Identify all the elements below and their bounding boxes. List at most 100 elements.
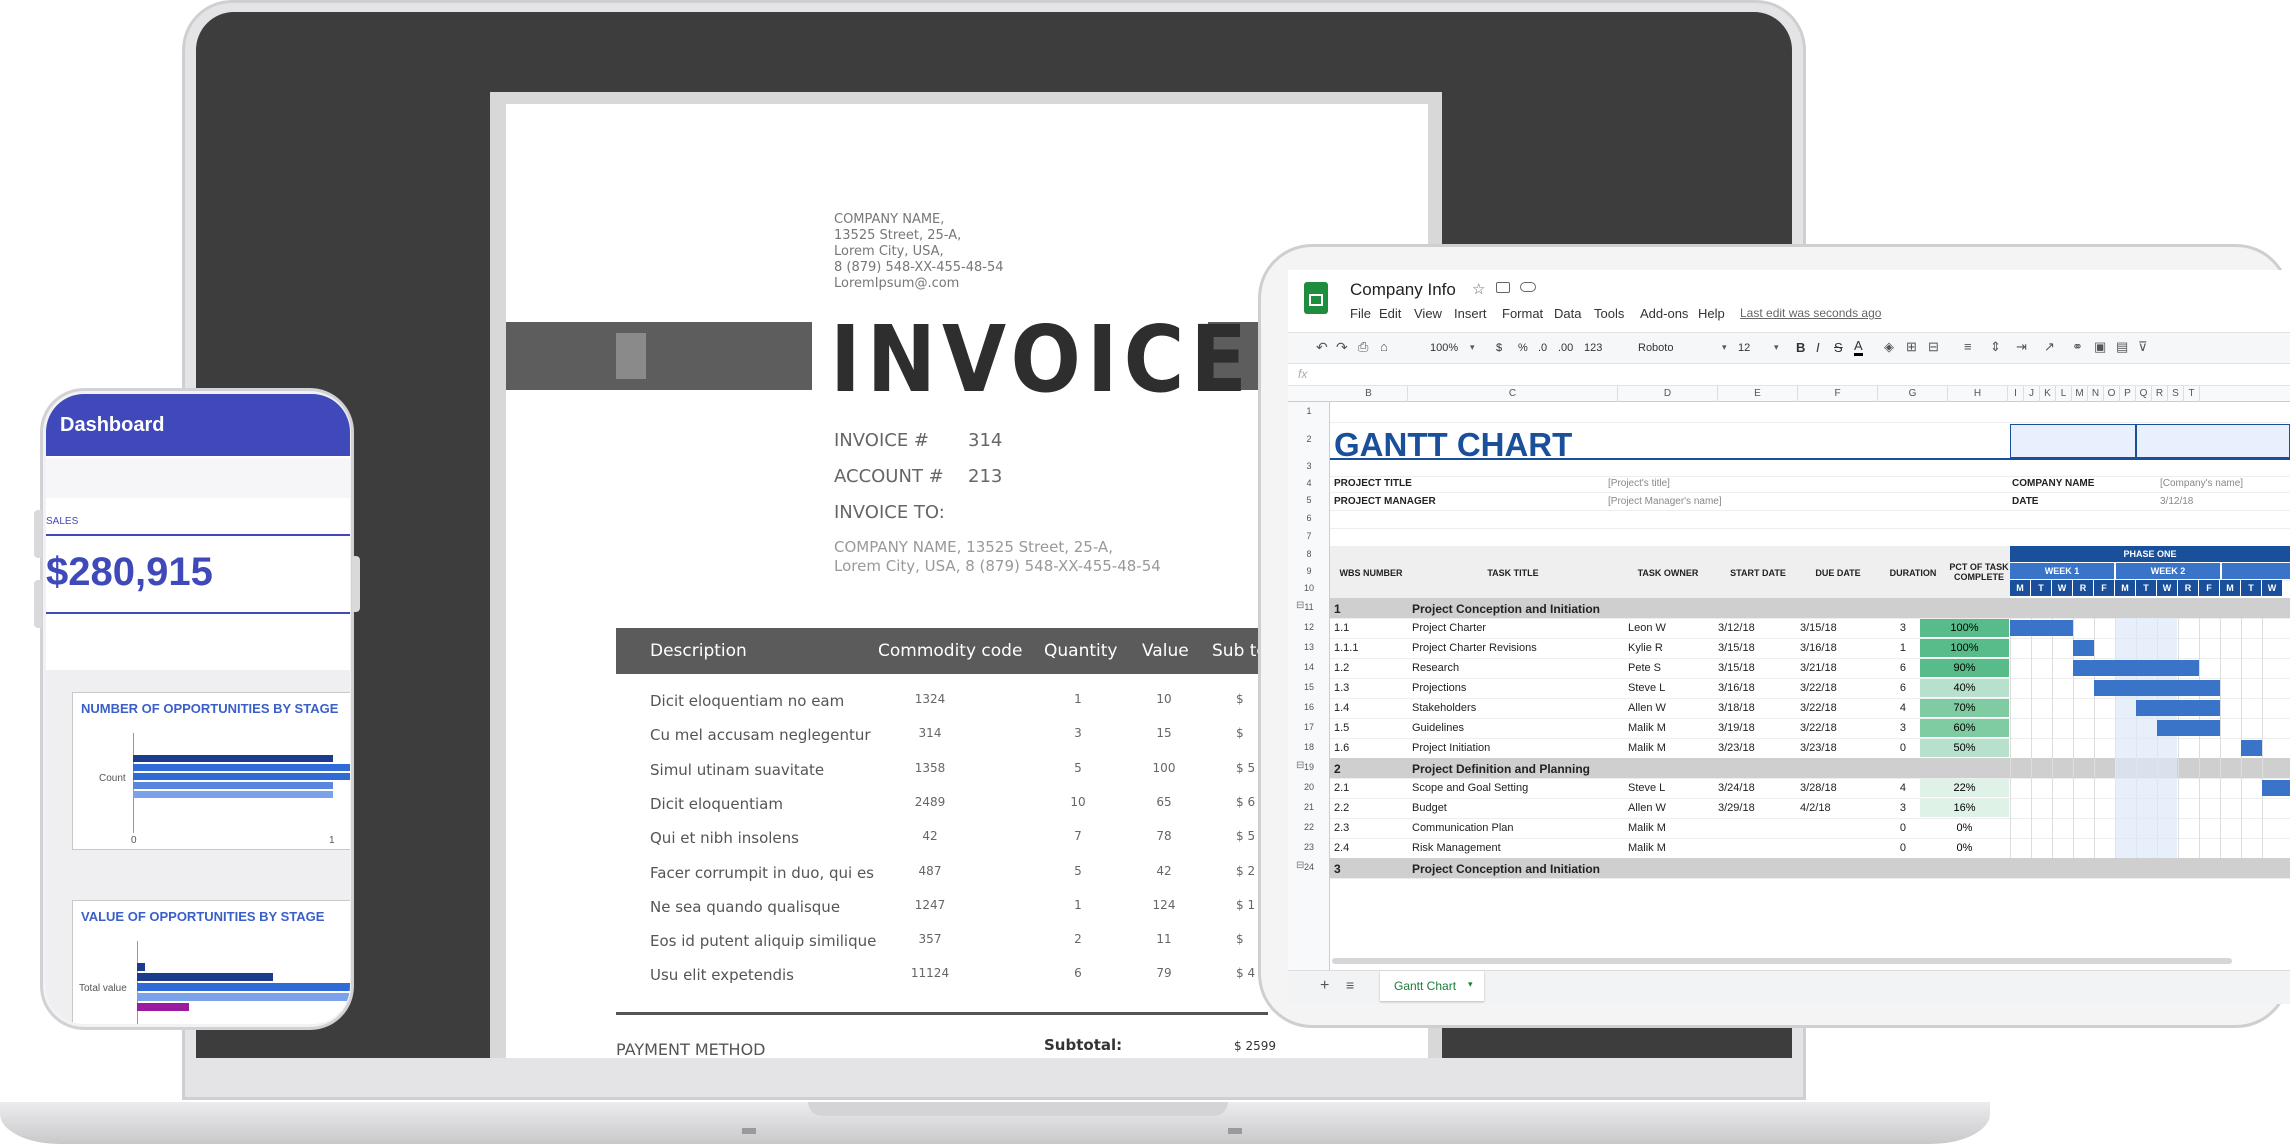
task-title[interactable]: Risk Management xyxy=(1412,842,1501,854)
selected-cell[interactable] xyxy=(2010,424,2136,458)
last-edit-link[interactable]: Last edit was seconds ago xyxy=(1740,306,1881,320)
selected-cell[interactable] xyxy=(2136,424,2290,458)
task-owner[interactable]: Kylie R xyxy=(1628,642,1663,654)
menu-help[interactable]: Help xyxy=(1698,306,1725,321)
project-title-value[interactable]: [Project's title] xyxy=(1608,478,1670,489)
column-letter[interactable]: R xyxy=(2152,386,2168,402)
print-icon[interactable]: ⎙ xyxy=(1358,339,1368,355)
undo-icon[interactable]: ↶ xyxy=(1316,339,1328,356)
collapse-group-icon[interactable]: ⊟ xyxy=(1296,760,1304,771)
more-formats-button[interactable]: 123 xyxy=(1584,342,1602,354)
row-number[interactable]: 10 xyxy=(1288,583,1330,593)
task-duration[interactable]: 0 xyxy=(1886,742,1906,754)
star-icon[interactable]: ☆ xyxy=(1472,280,1485,298)
task-wbs[interactable]: 1.6 xyxy=(1334,742,1349,754)
row-number[interactable]: 8 xyxy=(1288,549,1330,559)
collapse-group-icon[interactable]: ⊟ xyxy=(1296,600,1304,611)
row-number[interactable]: 18 xyxy=(1288,742,1330,752)
document-title[interactable]: Company Info xyxy=(1350,280,1456,300)
column-letter[interactable]: B xyxy=(1330,386,1408,402)
task-percent-complete[interactable]: 0% xyxy=(1920,819,2009,837)
sheet-tab-gantt[interactable]: Gantt Chart ▾ xyxy=(1380,971,1484,1001)
horizontal-scrollbar[interactable] xyxy=(1332,958,2232,964)
task-due-date[interactable]: 3/23/18 xyxy=(1800,742,1837,754)
task-title[interactable]: Scope and Goal Setting xyxy=(1412,782,1528,794)
task-owner[interactable]: Malik M xyxy=(1628,842,1666,854)
row-number[interactable]: 21 xyxy=(1288,802,1330,812)
task-due-date[interactable]: 4/2/18 xyxy=(1800,802,1831,814)
task-title[interactable]: Budget xyxy=(1412,802,1447,814)
task-wbs[interactable]: 2.3 xyxy=(1334,822,1349,834)
task-due-date[interactable]: 3/22/18 xyxy=(1800,702,1837,714)
cloud-icon[interactable] xyxy=(1520,282,1536,292)
task-start-date[interactable]: 3/15/18 xyxy=(1718,662,1755,674)
text-wrap-icon[interactable]: ⇥ xyxy=(2016,339,2027,355)
sheets-logo-icon[interactable] xyxy=(1304,282,1328,314)
task-due-date[interactable]: 3/28/18 xyxy=(1800,782,1837,794)
menu-edit[interactable]: Edit xyxy=(1379,306,1401,321)
row-number[interactable]: 15 xyxy=(1288,682,1330,692)
column-letter[interactable]: S xyxy=(2168,386,2184,402)
task-percent-complete[interactable]: 50% xyxy=(1920,739,2009,757)
task-start-date[interactable]: 3/19/18 xyxy=(1718,722,1755,734)
task-duration[interactable]: 4 xyxy=(1886,782,1906,794)
insert-chart-icon[interactable]: ▤ xyxy=(2116,339,2128,355)
task-percent-complete[interactable]: 70% xyxy=(1920,699,2009,717)
row-number[interactable]: 1 xyxy=(1288,406,1330,416)
task-duration[interactable]: 4 xyxy=(1886,702,1906,714)
row-number[interactable]: 5 xyxy=(1288,495,1330,505)
column-letter[interactable]: P xyxy=(2120,386,2136,402)
task-title[interactable]: Stakeholders xyxy=(1412,702,1476,714)
row-number[interactable]: 12 xyxy=(1288,622,1330,632)
task-owner[interactable]: Malik M xyxy=(1628,822,1666,834)
task-duration[interactable]: 3 xyxy=(1886,802,1906,814)
insert-comment-icon[interactable]: ▣ xyxy=(2094,339,2106,355)
chevron-down-icon[interactable]: ▾ xyxy=(1468,979,1473,990)
chevron-down-icon[interactable]: ▾ xyxy=(1774,342,1779,353)
task-wbs[interactable]: 2.2 xyxy=(1334,802,1349,814)
row-number[interactable]: 13 xyxy=(1288,642,1330,652)
task-duration[interactable]: 6 xyxy=(1886,662,1906,674)
task-wbs[interactable]: 2.4 xyxy=(1334,842,1349,854)
task-title[interactable]: Project Charter Revisions xyxy=(1412,642,1537,654)
zoom-select[interactable]: 100% xyxy=(1430,342,1458,354)
column-letter[interactable]: E xyxy=(1718,386,1798,402)
task-due-date[interactable]: 3/22/18 xyxy=(1800,722,1837,734)
task-percent-complete[interactable]: 90% xyxy=(1920,659,2009,677)
column-letter[interactable]: J xyxy=(2024,386,2040,402)
percent-button[interactable]: % xyxy=(1518,342,1528,354)
task-duration[interactable]: 1 xyxy=(1886,642,1906,654)
menu-insert[interactable]: Insert xyxy=(1454,306,1487,321)
column-letter[interactable]: O xyxy=(2104,386,2120,402)
row-number[interactable]: 22 xyxy=(1288,822,1330,832)
task-title[interactable]: Project Initiation xyxy=(1412,742,1490,754)
insert-link-icon[interactable]: ⚭ xyxy=(2072,339,2083,355)
row-number[interactable]: 14 xyxy=(1288,662,1330,672)
gantt-bar[interactable] xyxy=(2073,660,2199,676)
gantt-bar[interactable] xyxy=(2136,700,2220,716)
column-letter[interactable]: I xyxy=(2008,386,2024,402)
task-percent-complete[interactable]: 100% xyxy=(1920,639,2009,657)
task-title[interactable]: Projections xyxy=(1412,682,1466,694)
column-letter[interactable]: L xyxy=(2056,386,2072,402)
add-sheet-icon[interactable]: + xyxy=(1320,977,1329,995)
task-due-date[interactable]: 3/22/18 xyxy=(1800,682,1837,694)
task-owner[interactable]: Malik M xyxy=(1628,742,1666,754)
row-number[interactable]: 24 xyxy=(1288,862,1330,872)
menu-format[interactable]: Format xyxy=(1502,306,1543,321)
task-wbs[interactable]: 1.4 xyxy=(1334,702,1349,714)
row-number[interactable]: 6 xyxy=(1288,513,1330,523)
task-wbs[interactable]: 1.1 xyxy=(1334,622,1349,634)
task-due-date[interactable]: 3/21/18 xyxy=(1800,662,1837,674)
task-duration[interactable]: 0 xyxy=(1886,842,1906,854)
task-owner[interactable]: Allen W xyxy=(1628,702,1666,714)
strikethrough-icon[interactable]: S xyxy=(1834,340,1843,355)
decrease-decimal-button[interactable]: .0 xyxy=(1538,342,1547,354)
task-owner[interactable]: Malik M xyxy=(1628,722,1666,734)
chevron-down-icon[interactable]: ▾ xyxy=(1722,342,1727,353)
gantt-bar[interactable] xyxy=(2094,680,2220,696)
task-duration[interactable]: 6 xyxy=(1886,682,1906,694)
row-number[interactable]: 2 xyxy=(1288,434,1330,444)
task-start-date[interactable]: 3/12/18 xyxy=(1718,622,1755,634)
task-owner[interactable]: Pete S xyxy=(1628,662,1661,674)
